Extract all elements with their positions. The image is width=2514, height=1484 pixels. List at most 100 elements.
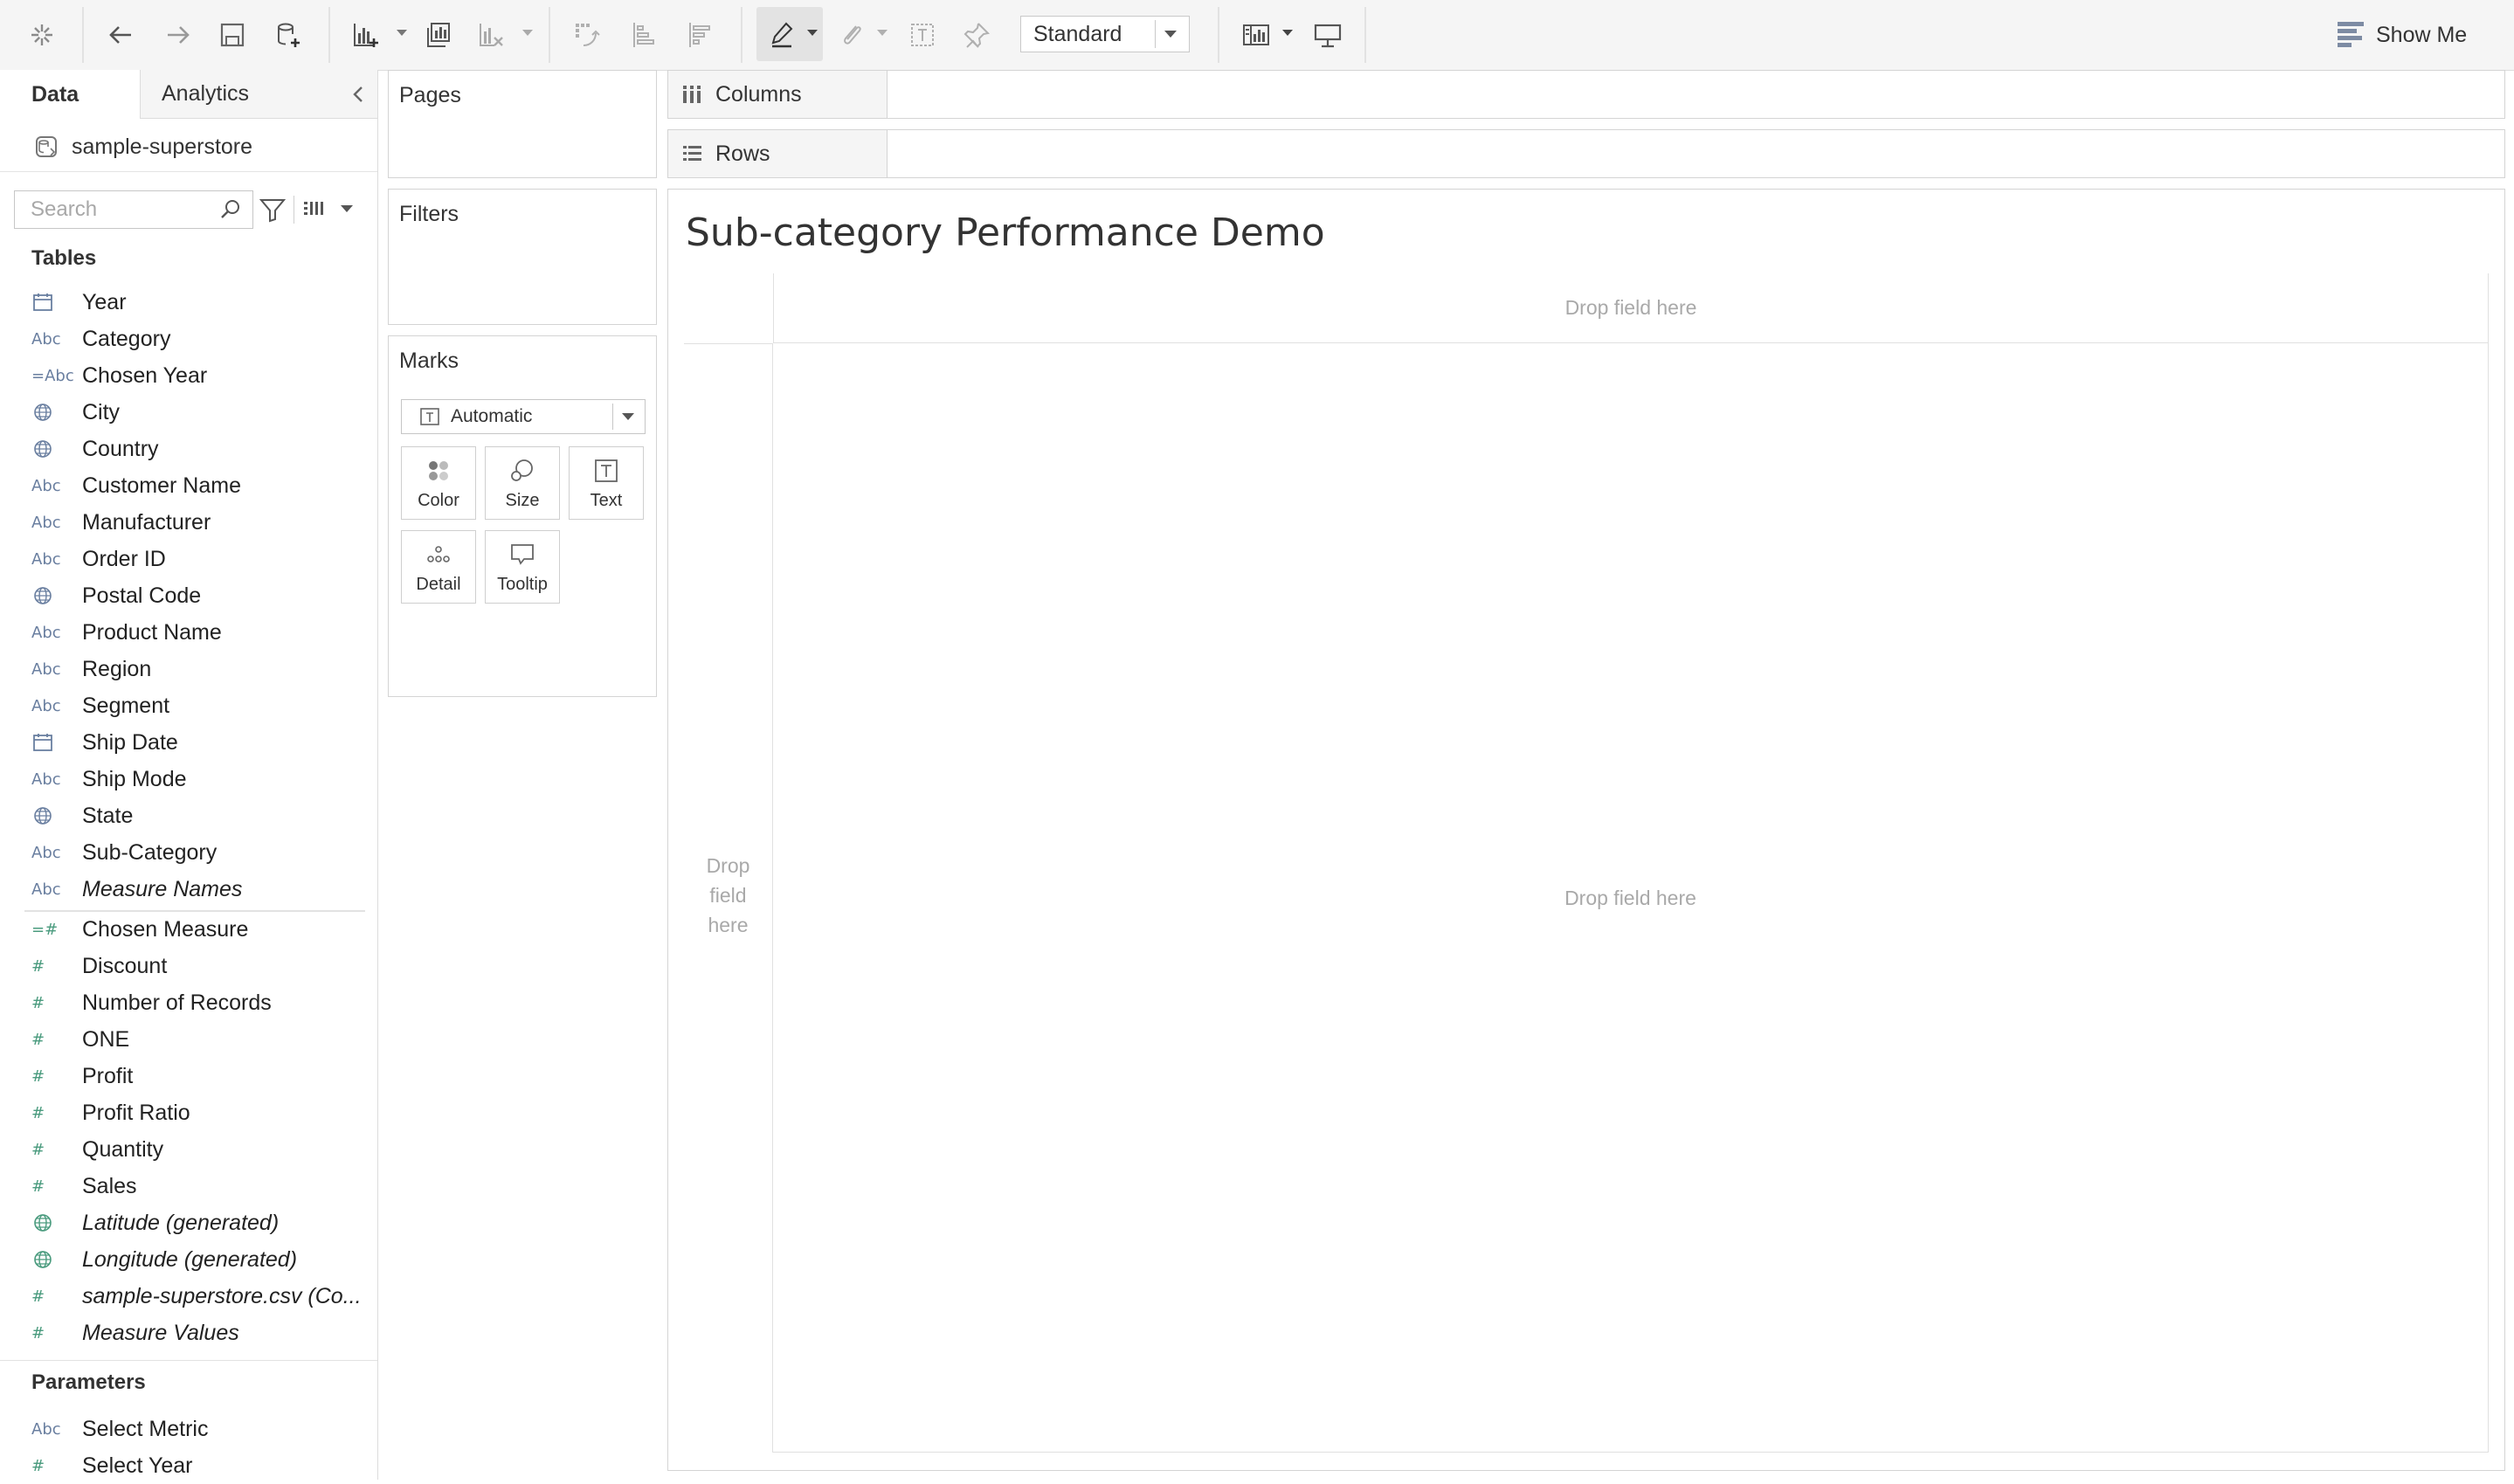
filter-icon[interactable] — [259, 196, 287, 224]
search-field[interactable] — [14, 190, 253, 229]
new-data-source-icon[interactable] — [269, 17, 307, 52]
new-worksheet-icon[interactable] — [346, 17, 384, 52]
measures-field[interactable]: # Sales — [0, 1168, 377, 1204]
measures-field[interactable]: Latitude (generated) — [0, 1204, 377, 1241]
highlight-icon[interactable] — [763, 17, 802, 52]
measures-field[interactable]: # Discount — [0, 948, 377, 984]
collapse-pane-icon[interactable] — [348, 82, 369, 107]
dimensions-field[interactable]: Abc Customer Name — [0, 467, 377, 504]
worksheet-title[interactable]: Sub-category Performance Demo — [686, 211, 1325, 255]
pages-card[interactable]: Pages — [388, 70, 657, 178]
measures-field[interactable]: # ONE — [0, 1021, 377, 1058]
labels-icon[interactable] — [903, 17, 942, 52]
dimensions-field[interactable]: State — [0, 797, 377, 834]
tab-analytics[interactable]: Analytics — [140, 70, 377, 119]
dimensions-field[interactable]: City — [0, 394, 377, 431]
view-as-list-icon[interactable] — [302, 197, 328, 222]
view-drop-zone[interactable]: Drop field here — [773, 343, 2489, 1453]
sort-descending-icon[interactable] — [681, 17, 720, 52]
dimensions-field[interactable]: Abc Measure Names — [0, 871, 377, 908]
text-button[interactable]: Text — [569, 446, 644, 520]
worksheet-view: Sub-category Performance Demo Drop field… — [667, 189, 2505, 1471]
color-button[interactable]: Color — [401, 446, 476, 520]
new-worksheet-dropdown[interactable] — [397, 30, 407, 36]
tooltip-icon — [511, 544, 534, 565]
tab-data-label: Data — [31, 81, 79, 107]
columns-drop-zone[interactable]: Drop field here — [773, 273, 2489, 343]
dimensions-field[interactable]: =Abc Chosen Year — [0, 357, 377, 394]
rows-shelf-header: Rows — [668, 130, 887, 177]
dimensions-field[interactable]: Abc Category — [0, 321, 377, 357]
data-pane: Data Analytics sample-superstore Tables … — [0, 70, 378, 1480]
globe-icon — [34, 440, 52, 458]
field-label: Measure Values — [82, 1320, 239, 1345]
group-icon[interactable] — [832, 17, 870, 52]
dimensions-field[interactable]: Abc Segment — [0, 687, 377, 724]
toolbar-separator — [82, 7, 84, 63]
show-me-button[interactable]: Show Me — [2338, 19, 2467, 51]
dimensions-field[interactable]: Abc Product Name — [0, 614, 377, 651]
parameters-field[interactable]: # Select Year — [0, 1447, 377, 1484]
dimensions-field[interactable]: Year — [0, 284, 377, 321]
dimensions-field[interactable]: Country — [0, 431, 377, 467]
measures-field[interactable]: =# Chosen Measure — [0, 911, 377, 948]
dimensions-field[interactable]: Abc Region — [0, 651, 377, 687]
fit-mode-select[interactable]: Standard — [1020, 16, 1190, 52]
string-type-icon: Abc — [31, 880, 61, 899]
text-icon — [595, 459, 618, 482]
measures-field[interactable]: # Quantity — [0, 1131, 377, 1168]
search-input[interactable] — [29, 191, 207, 228]
dimensions-field[interactable]: Postal Code — [0, 577, 377, 614]
redo-icon[interactable] — [159, 17, 197, 52]
dimensions-field[interactable]: Ship Date — [0, 724, 377, 761]
save-icon[interactable] — [213, 17, 252, 52]
swap-rows-columns-icon[interactable] — [568, 17, 606, 52]
measures-field[interactable]: # Number of Records — [0, 984, 377, 1021]
measures-field[interactable]: # sample-superstore.csv (Co... — [0, 1278, 377, 1315]
clear-sheet-dropdown[interactable] — [522, 30, 533, 36]
presentation-icon[interactable] — [1309, 17, 1347, 52]
mark-type-select[interactable]: Automatic — [401, 399, 646, 434]
rows-shelf[interactable]: Rows — [667, 129, 2505, 178]
measures-field[interactable]: # Profit — [0, 1058, 377, 1094]
calendar-icon — [31, 731, 66, 754]
rows-drop-zone[interactable]: Drop field here — [684, 343, 773, 1453]
field-label: Segment — [82, 693, 170, 718]
fit-view-dropdown[interactable] — [1282, 30, 1293, 36]
field-label: Select Metric — [82, 1416, 209, 1441]
number-type-icon: # — [31, 1323, 45, 1343]
chevron-down-icon[interactable] — [341, 205, 353, 212]
pin-icon[interactable] — [957, 17, 996, 52]
columns-shelf[interactable]: Columns — [667, 70, 2505, 119]
data-source-item[interactable]: sample-superstore — [31, 129, 252, 164]
detail-button[interactable]: Detail — [401, 530, 476, 604]
globe-icon — [34, 1214, 52, 1232]
duplicate-sheet-icon[interactable] — [419, 17, 458, 52]
show-me-label: Show Me — [2376, 22, 2468, 47]
undo-icon[interactable] — [101, 17, 140, 52]
data-source-icon — [36, 136, 57, 157]
parameters-field[interactable]: Abc Select Metric — [0, 1411, 377, 1447]
tab-data[interactable]: Data — [0, 70, 140, 119]
dimensions-field[interactable]: Abc Order ID — [0, 541, 377, 577]
dimensions-field[interactable]: Abc Manufacturer — [0, 504, 377, 541]
tooltip-button[interactable]: Tooltip — [485, 530, 560, 604]
fit-view-icon[interactable] — [1237, 17, 1275, 52]
clear-sheet-icon[interactable] — [472, 17, 510, 52]
rows-drop-hint: Drop field here — [706, 854, 750, 936]
size-button[interactable]: Size — [485, 446, 560, 520]
string-type-icon: Abc — [31, 843, 61, 862]
measures-field[interactable]: Longitude (generated) — [0, 1241, 377, 1278]
measures-field[interactable]: # Profit Ratio — [0, 1094, 377, 1131]
sort-ascending-icon[interactable] — [625, 17, 664, 52]
field-label: Longitude (generated) — [82, 1246, 298, 1272]
measures-field[interactable]: # Measure Values — [0, 1315, 377, 1351]
dimensions-field[interactable]: Abc Sub-Category — [0, 834, 377, 871]
tableau-logo-icon[interactable] — [23, 17, 61, 52]
dimensions-field[interactable]: Abc Ship Mode — [0, 761, 377, 797]
highlight-dropdown[interactable] — [807, 30, 818, 36]
filters-card[interactable]: Filters — [388, 189, 657, 325]
number-type-icon: # — [31, 1140, 45, 1159]
group-dropdown[interactable] — [877, 30, 887, 36]
field-label: Manufacturer — [82, 509, 211, 535]
